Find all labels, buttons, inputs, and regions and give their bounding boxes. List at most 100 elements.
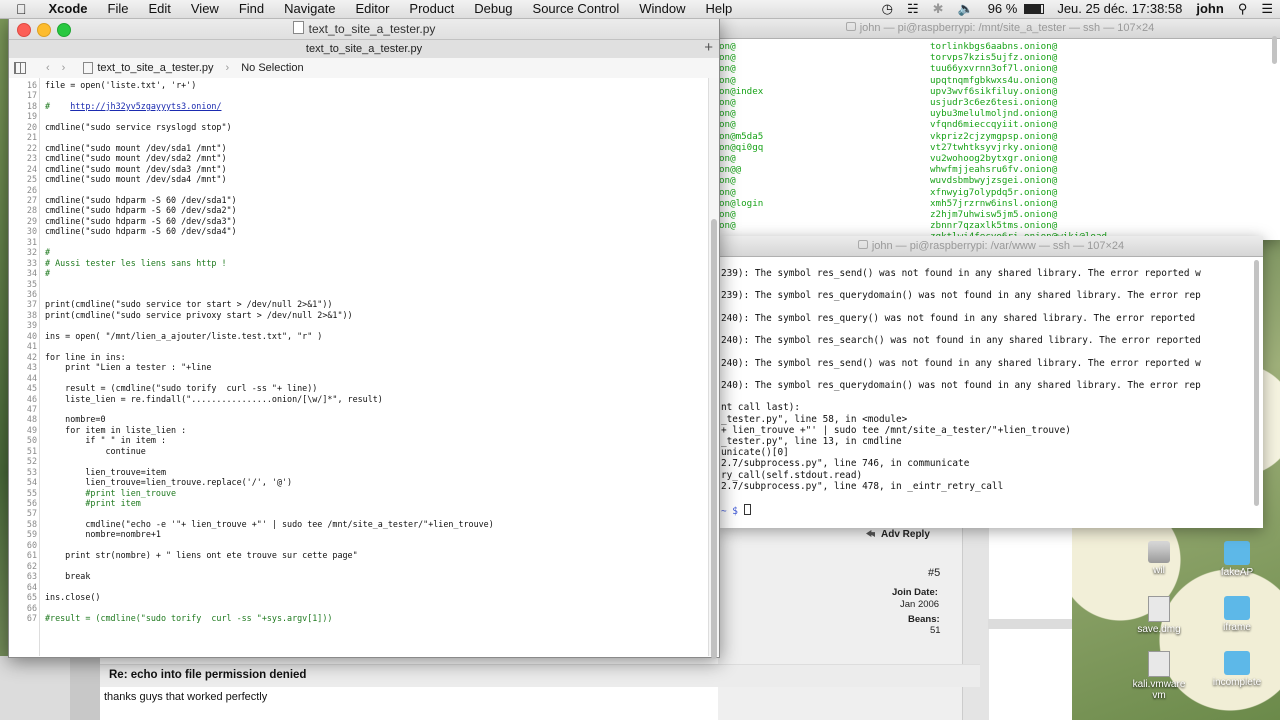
terminal2-titlebar[interactable]: john — pi@raspberrypi: /var/www — ssh — …	[719, 236, 1263, 257]
code-line[interactable]: #	[45, 268, 50, 278]
terminal1-left-text: on@	[719, 52, 736, 64]
notification-center-icon[interactable]: ☰	[1254, 0, 1280, 18]
related-items-icon[interactable]	[14, 62, 26, 74]
code-line[interactable]: cmdline("sudo service rsyslogd stop")	[45, 122, 232, 132]
terminal1-left-text: on@index	[719, 85, 764, 97]
back-arrow-icon[interactable]: ‹	[40, 62, 56, 74]
code-line[interactable]: lien_trouve=item	[45, 467, 166, 477]
jumpbar-file[interactable]: text_to_site_a_tester.py	[77, 62, 219, 74]
desktop-icon[interactable]: kali.vmware vm	[1124, 651, 1194, 701]
code-line[interactable]: cmdline("sudo mount /dev/sda2 /mnt")	[45, 153, 227, 163]
terminal1-titlebar[interactable]: john — pi@raspberrypi: /mnt/site_a_teste…	[719, 18, 1280, 39]
volume-icon[interactable]: 🔈	[951, 0, 981, 18]
code-editor[interactable]: 16 17 18 19 20 21 22 23 24 25 26 27 28 29 30 31 32 33 34 35…	[9, 78, 709, 656]
xcode-window[interactable]: text_to_site_a_tester.py text_to_site_a_…	[8, 18, 720, 659]
code-line[interactable]: cmdline("echo -e '"+ lien_trouve +"' | s…	[45, 519, 493, 529]
desktop-icon[interactable]: iframe	[1202, 596, 1272, 633]
line-number: 61	[26, 550, 37, 561]
new-tab-button[interactable]: +	[704, 39, 713, 57]
code-line[interactable]: #print lien_trouve	[45, 488, 176, 498]
code-line[interactable]: nombre=nombre+1	[45, 529, 161, 539]
code-line[interactable]: cmdline("sudo mount /dev/sda1 /mnt")	[45, 143, 227, 153]
desktop-icon[interactable]: incomplete	[1202, 651, 1272, 688]
xcode-titlebar[interactable]: text_to_site_a_tester.py text_to_site_a_…	[9, 19, 719, 58]
line-number: 48	[26, 414, 37, 425]
code-line[interactable]: cmdline("sudo hdparm -S 60 /dev/sda1")	[45, 195, 237, 205]
code-line[interactable]: #	[45, 247, 50, 257]
code-line[interactable]: print(cmdline("sudo service tor start > …	[45, 299, 332, 309]
menu-view[interactable]: View	[181, 0, 229, 18]
menu-file[interactable]: File	[98, 0, 139, 18]
menu-edit[interactable]: Edit	[138, 0, 180, 18]
bluetooth-icon[interactable]: ✱	[926, 0, 951, 18]
code-line[interactable]: for item in liste_lien :	[45, 425, 186, 435]
user-menu[interactable]: john	[1189, 0, 1230, 18]
menu-product[interactable]: Product	[399, 0, 464, 18]
code-line[interactable]: if " " in item :	[45, 435, 166, 445]
terminal-cursor	[743, 504, 751, 515]
code-line[interactable]: continue	[45, 446, 146, 456]
terminal2-output[interactable]: 239): The symbol res_send() was not foun…	[719, 257, 1263, 528]
desktop-icon[interactable]: save.dmg	[1124, 596, 1194, 635]
menu-editor[interactable]: Editor	[345, 0, 399, 18]
clock[interactable]: Jeu. 25 déc. 17:38:58	[1050, 0, 1189, 18]
editor-tab[interactable]: text_to_site_a_tester.py	[9, 39, 719, 58]
code-line[interactable]: nombre=0	[45, 414, 105, 424]
terminal2-scrollbar[interactable]	[1254, 260, 1259, 506]
post-number[interactable]: #5	[928, 567, 940, 579]
menu-source-control[interactable]: Source Control	[523, 0, 630, 18]
desktop-icon[interactable]: wil	[1124, 541, 1194, 576]
terminal1-onion-entry: upv3wvf6sikfiluy.onion@	[930, 85, 1058, 97]
code-line[interactable]: lien_trouve=lien_trouve.replace('/', '@'…	[45, 477, 292, 487]
code-line[interactable]: break	[45, 571, 90, 581]
code-line[interactable]: print(cmdline("sudo service privoxy star…	[45, 310, 353, 320]
wifi-icon[interactable]: ☵	[900, 0, 926, 18]
menu-window[interactable]: Window	[629, 0, 695, 18]
code-line[interactable]: cmdline("sudo mount /dev/sda3 /mnt")	[45, 164, 227, 174]
line-number: 54	[26, 477, 37, 488]
terminal1-onion-entry: xmh57jrzrnw6insl.onion@	[930, 197, 1058, 209]
code-url-link[interactable]: http://jh32yv5zgayyyts3.onion/	[70, 101, 221, 111]
code-line[interactable]: #result = (cmdline("sudo torify curl -ss…	[45, 613, 332, 623]
jumpbar-selection[interactable]: No Selection	[235, 62, 309, 74]
line-number: 67	[26, 612, 37, 623]
menu-help[interactable]: Help	[696, 0, 743, 18]
code-line[interactable]: cmdline("sudo hdparm -S 60 /dev/sda4")	[45, 226, 237, 236]
code-line[interactable]: print str(nombre) + " liens ont ete trou…	[45, 550, 357, 560]
code-line[interactable]: #print item	[45, 498, 140, 508]
code-line[interactable]: for line in ins:	[45, 352, 126, 362]
code-line[interactable]: print "Lien a tester : "+line	[45, 362, 211, 372]
terminal1-output[interactable]: on@ torlinkbgs6aabns.onion@ on@ torvps7kzis…	[719, 39, 1280, 240]
time-machine-icon[interactable]: ◷	[875, 0, 900, 18]
code-line[interactable]: liste_lien = re.findall("...............…	[45, 394, 383, 404]
terminal2-line: ry_call(self.stdout.read)	[721, 469, 863, 481]
terminal2-line: 240): The symbol res_search() was not fo…	[721, 335, 1201, 347]
forward-arrow-icon[interactable]: ›	[56, 62, 72, 74]
terminal-window-var-www[interactable]: john — pi@raspberrypi: /var/www — ssh — …	[718, 236, 1263, 528]
battery-icon[interactable]	[1024, 4, 1045, 14]
spotlight-icon[interactable]: ⚲	[1231, 0, 1255, 18]
code-line[interactable]: cmdline("sudo hdparm -S 60 /dev/sda3")	[45, 216, 237, 226]
terminal1-left-text: on@login	[719, 197, 764, 209]
code-line[interactable]: # http://jh32yv5zgayyyts3.onion/	[45, 101, 221, 111]
terminal2-prompt[interactable]: ~ $	[721, 504, 751, 517]
menu-find[interactable]: Find	[229, 0, 274, 18]
menu-debug[interactable]: Debug	[464, 0, 522, 18]
desktop-icon[interactable]: fakeAP	[1202, 541, 1272, 578]
code-line[interactable]: cmdline("sudo mount /dev/sda4 /mnt")	[45, 174, 227, 184]
code-line[interactable]: result = (cmdline("sudo torify curl -ss …	[45, 383, 317, 393]
menu-navigate[interactable]: Navigate	[274, 0, 345, 18]
code-line[interactable]: file = open('liste.txt', 'r+')	[45, 80, 196, 90]
code-line[interactable]: ins.close()	[45, 592, 100, 602]
code-line[interactable]: # Aussi tester les liens sans http !	[45, 258, 227, 268]
code-line[interactable]: cmdline("sudo hdparm -S 60 /dev/sda2")	[45, 205, 237, 215]
app-menu[interactable]: Xcode	[39, 0, 98, 18]
terminal1-scrollbar[interactable]	[1272, 36, 1277, 64]
code-line[interactable]: ins = open( "/mnt/lien_a_ajouter/liste.t…	[45, 331, 322, 341]
apple-menu-icon[interactable]: 	[0, 0, 39, 18]
terminal-window-site-a-tester[interactable]: john — pi@raspberrypi: /mnt/site_a_teste…	[718, 18, 1280, 240]
editor-scrollbar-thumb[interactable]	[711, 219, 717, 659]
line-number: 53	[26, 466, 37, 477]
battery-percent[interactable]: 96 %	[981, 0, 1025, 18]
adv-reply-button[interactable]: Adv Reply	[866, 529, 930, 540]
